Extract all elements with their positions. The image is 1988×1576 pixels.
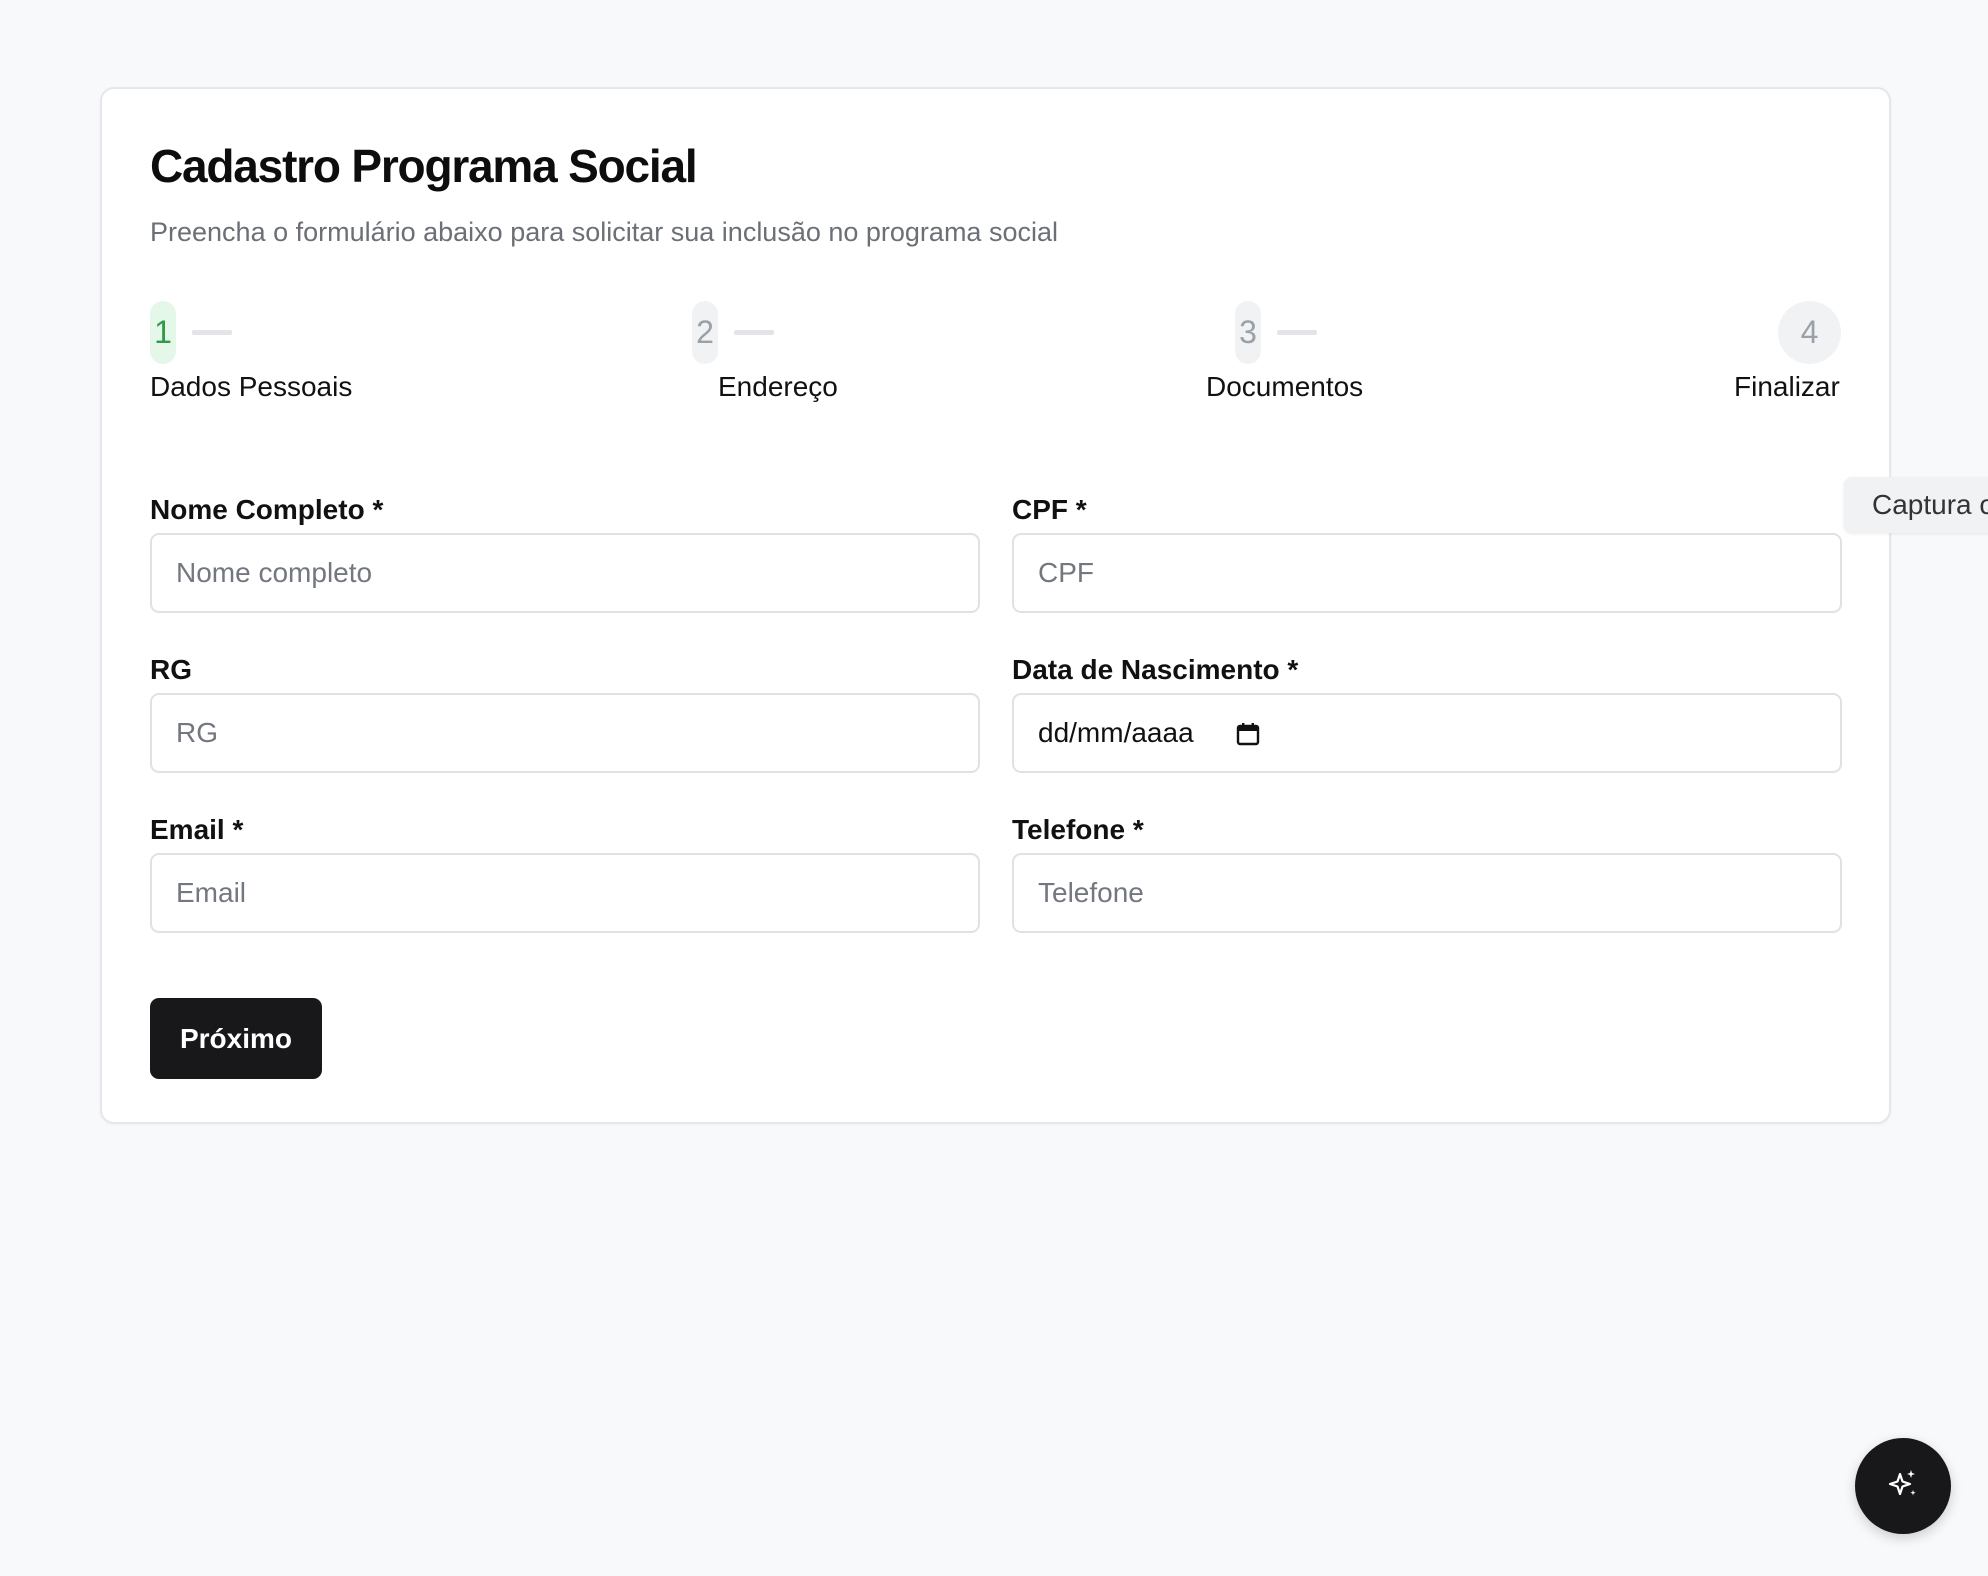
email-label: Email * [150, 814, 244, 845]
step-1-label: Dados Pessoais [150, 371, 353, 402]
step-4-indicator[interactable]: 4 [1778, 301, 1841, 364]
registration-card: Cadastro Programa Social Preencha o form… [100, 87, 1891, 1124]
rg-input[interactable] [150, 693, 980, 773]
telefone-label: Telefone * [1012, 814, 1144, 845]
birthdate-value: dd/mm/aaaa [1038, 717, 1194, 748]
step-3-label: Documentos [1206, 371, 1364, 402]
next-button[interactable]: Próximo [150, 998, 322, 1079]
nascimento-label: Data de Nascimento * [1012, 654, 1299, 685]
step-connector [1277, 330, 1317, 335]
capture-side-tab[interactable]: Captura c [1844, 477, 1988, 533]
sparkles-icon [1885, 1466, 1921, 1507]
step-connector [192, 330, 232, 335]
cpf-label: CPF * [1012, 494, 1087, 525]
step-2-indicator[interactable]: 2 [692, 301, 718, 364]
cpf-input[interactable] [1012, 533, 1842, 613]
step-3-indicator[interactable]: 3 [1235, 301, 1261, 364]
birthdate-input[interactable]: dd/mm/aaaa [1012, 693, 1842, 773]
calendar-icon[interactable] [1236, 721, 1260, 746]
page-subtitle: Preencha o formulário abaixo para solici… [150, 217, 1058, 247]
page-title: Cadastro Programa Social [150, 140, 698, 192]
rg-label: RG [150, 654, 192, 685]
nome-input[interactable] [150, 533, 980, 613]
step-2-label: Endereço [718, 371, 838, 402]
step-1-indicator[interactable]: 1 [150, 301, 176, 364]
telefone-input[interactable] [1012, 853, 1842, 933]
step-4-label: Finalizar [1734, 371, 1840, 402]
email-input[interactable] [150, 853, 980, 933]
nome-label: Nome Completo * [150, 494, 384, 525]
step-connector [734, 330, 774, 335]
assistant-fab-button[interactable] [1855, 1438, 1951, 1534]
